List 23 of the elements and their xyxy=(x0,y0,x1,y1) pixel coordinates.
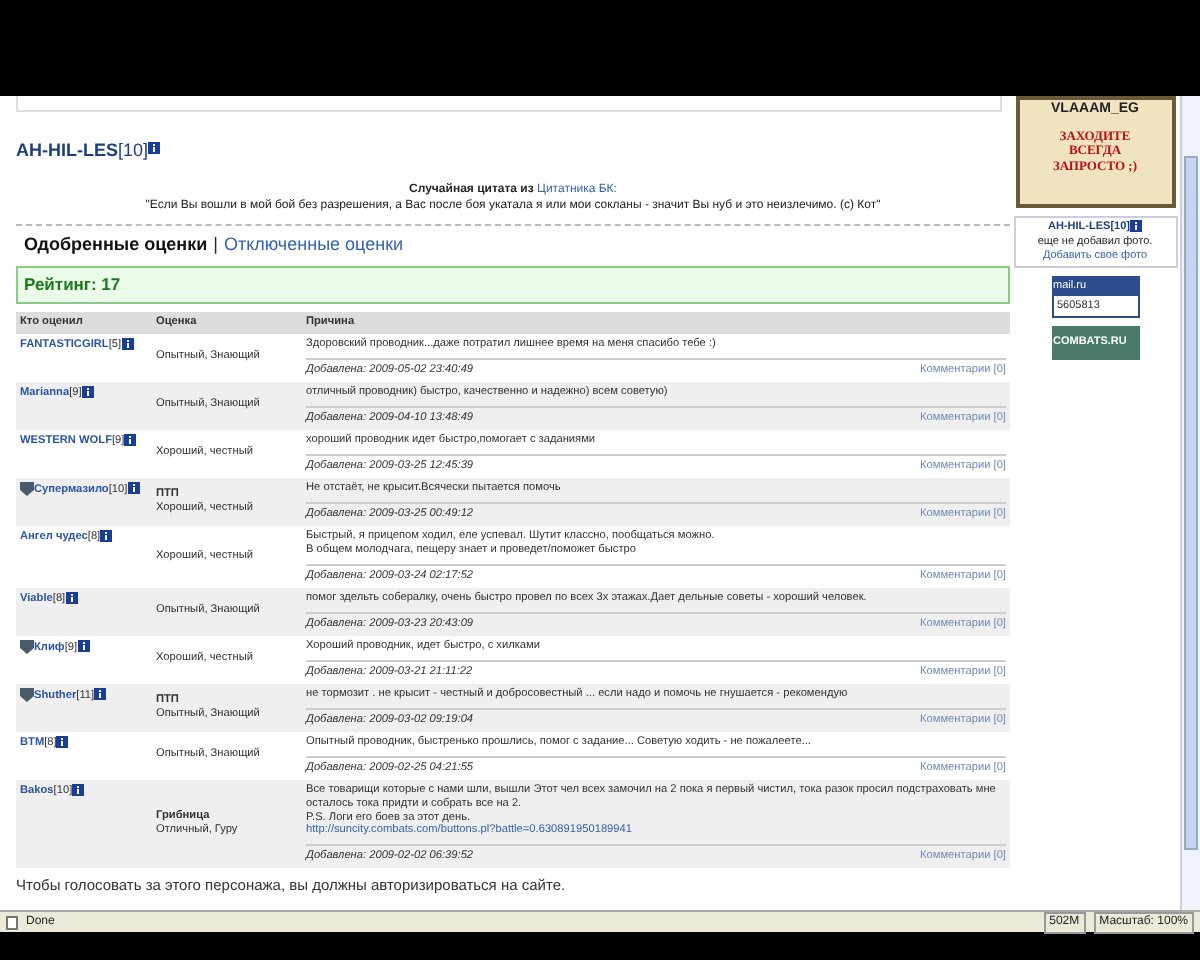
character-name[interactable]: AH-HIL-LES xyxy=(16,140,118,160)
info-icon[interactable] xyxy=(94,688,107,701)
rating-banner: Рейтинг: 17 xyxy=(16,266,1010,304)
vertical-scrollbar[interactable] xyxy=(1180,96,1200,910)
page-icon xyxy=(6,915,18,929)
tab[interactable]: Одобренные оценки xyxy=(24,231,208,259)
tab-separator: | xyxy=(213,231,218,258)
clan-emblem-icon xyxy=(20,481,34,496)
info-icon[interactable] xyxy=(72,783,85,796)
info-icon[interactable] xyxy=(100,529,113,542)
info-icon[interactable] xyxy=(124,433,137,446)
clan-emblem-icon xyxy=(20,687,34,702)
clan-emblem-icon xyxy=(20,639,34,654)
info-icon[interactable] xyxy=(77,640,90,653)
info-icon[interactable] xyxy=(56,735,69,748)
character-level: [10] xyxy=(118,140,149,160)
tab[interactable]: Отключенные оценки xyxy=(223,231,404,259)
info-icon[interactable] xyxy=(65,591,78,604)
info-icon[interactable] xyxy=(81,385,94,398)
info-icon[interactable] xyxy=(148,141,161,154)
info-icon[interactable] xyxy=(1129,220,1142,232)
info-icon[interactable] xyxy=(127,482,140,495)
info-icon[interactable] xyxy=(121,337,134,350)
